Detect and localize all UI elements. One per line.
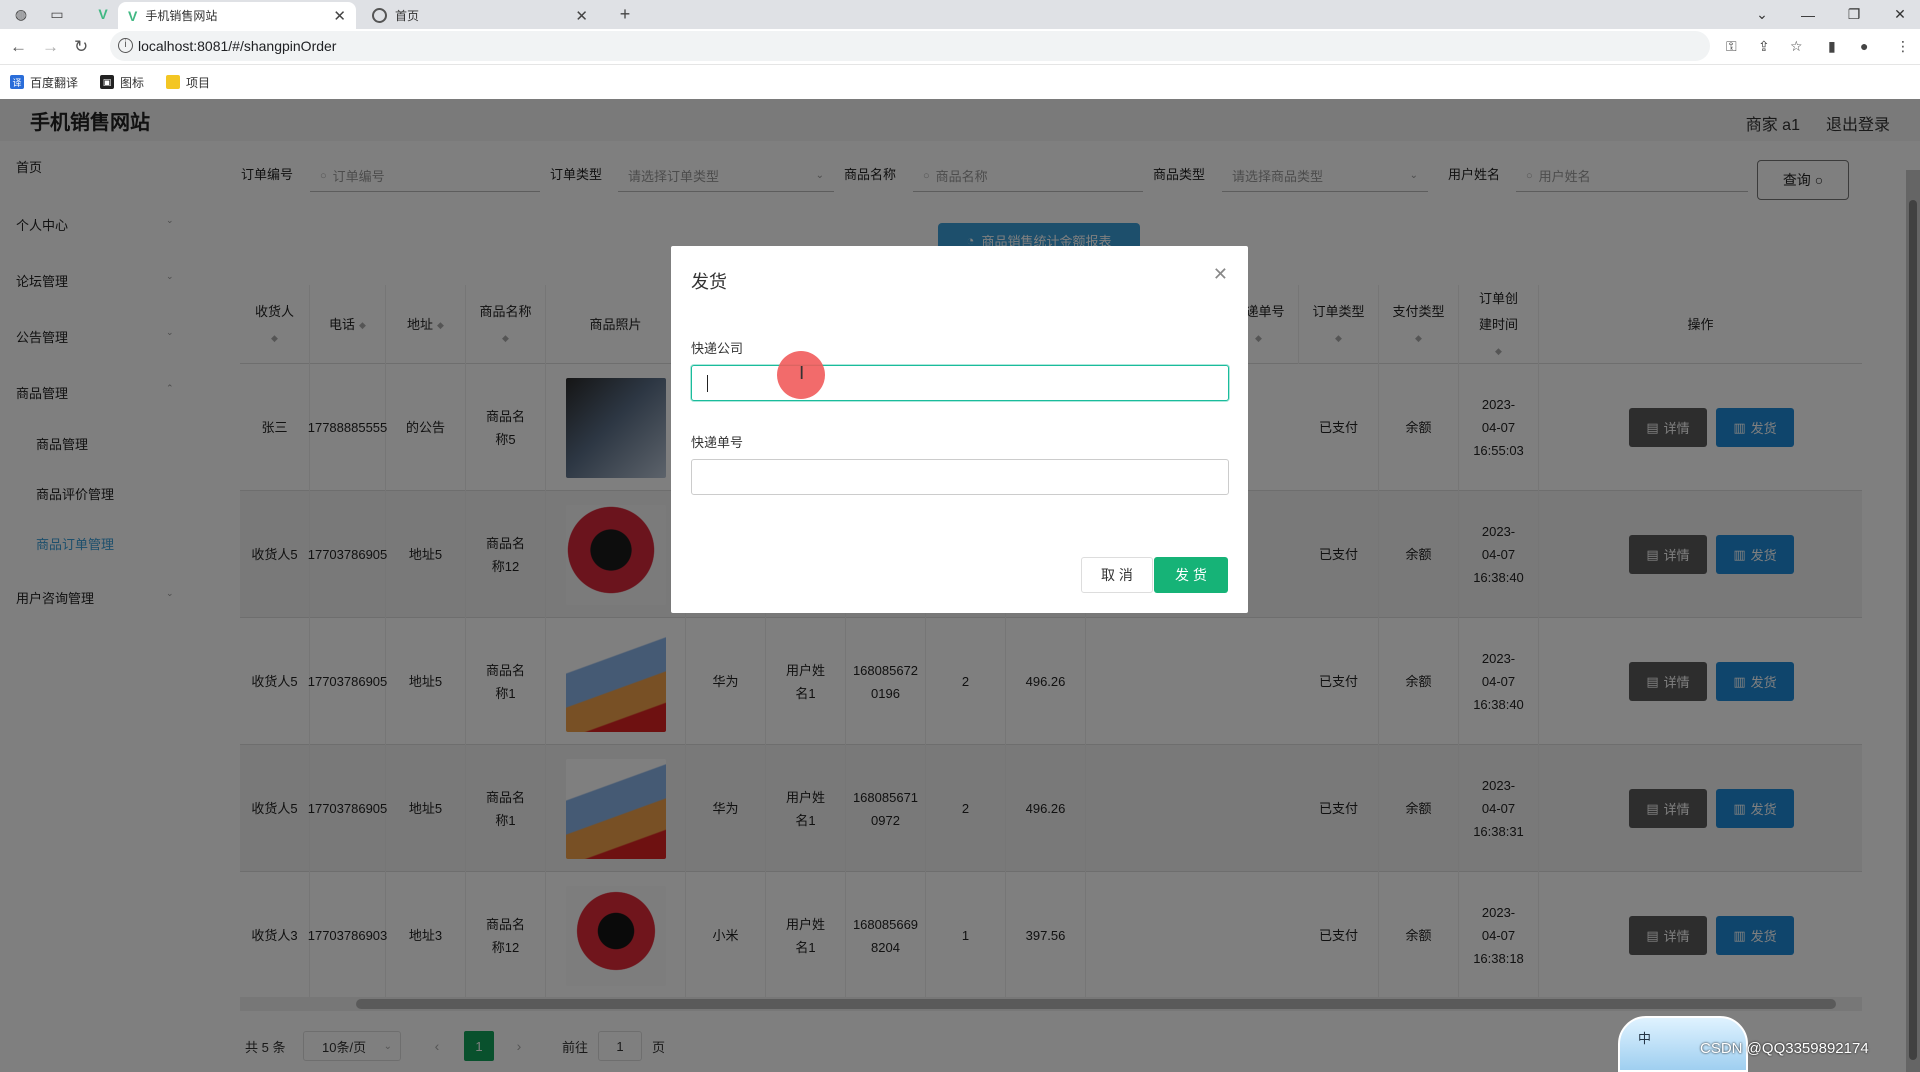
key-icon[interactable]: ⚿ [1726,38,1737,55]
folder-icon [166,75,181,89]
text-caret [707,375,708,392]
forward-icon[interactable]: → [42,37,59,57]
info-icon[interactable]: i [118,38,133,53]
courier-company-input[interactable] [691,365,1229,401]
address-bar-row: ← → ↻ i localhost:8081/#/shangpinOrder ⚿… [0,29,1920,65]
tab-title: 手机销售网站 [145,9,218,23]
close-icon[interactable]: ✕ [1213,264,1228,285]
vue-logo-icon: V [128,7,138,24]
url-text: localhost:8081/#/shangpinOrder [138,38,337,54]
profile-icon[interactable]: ● [1860,38,1868,54]
dialog-title: 发货 [691,272,727,292]
sidepanel-icon[interactable]: ▮ [1828,38,1836,55]
new-tab-icon[interactable]: + [614,4,636,24]
star-icon[interactable]: ☆ [1790,38,1803,55]
globe-icon[interactable]: ◍ [10,4,32,24]
menu-icon[interactable]: ⋮ [1896,38,1910,55]
bookmarks-bar: 译百度翻译 ▣ 图标 项目 [0,65,1920,99]
cancel-button[interactable]: 取 消 [1081,557,1153,593]
close-window-icon[interactable]: ✕ [1880,0,1920,29]
blank-tab-icon[interactable]: ▭ [46,4,68,24]
image-icon: ▣ [100,75,115,89]
tab-home[interactable]: 首页 ✕ [362,2,598,29]
text-cursor-icon: I [799,363,805,384]
vertical-scrollbar[interactable] [1906,170,1920,1072]
tab-active[interactable]: V 手机销售网站 ✕ [118,2,356,29]
bookmark-baidu-translate[interactable]: 译百度翻译 [10,74,78,91]
scrollbar-thumb[interactable] [1909,200,1917,1060]
bookmark-icons[interactable]: ▣ 图标 [100,74,144,91]
chevron-down-icon[interactable]: ⌄ [1742,0,1782,29]
bookmark-project[interactable]: 项目 [166,74,210,91]
minimize-icon[interactable]: — [1788,0,1828,29]
browser-tabstrip: ◍ ▭ V V 手机销售网站 ✕ 首页 ✕ + ⌄ — ❐ ✕ [0,0,1920,29]
share-icon[interactable]: ⇪ [1758,38,1770,55]
courier-company-label: 快递公司 [691,341,744,356]
close-tab-icon[interactable]: ✕ [575,7,588,25]
vue-tab-icon[interactable]: V [92,4,114,24]
tab-title: 首页 [395,9,420,23]
globe-icon [372,8,387,23]
url-field[interactable]: i localhost:8081/#/shangpinOrder [110,31,1710,61]
translate-icon: 译 [10,75,24,89]
reload-icon[interactable]: ↻ [74,37,88,57]
tracking-number-input[interactable] [691,459,1229,495]
watermark: CSDN @QQ3359892174 [1700,1040,1869,1057]
back-icon[interactable]: ← [10,37,27,57]
ship-dialog: 发货 ✕ 快递公司 快递单号 I 取 消 发 货 [671,246,1248,613]
tracking-number-label: 快递单号 [691,435,744,450]
close-tab-icon[interactable]: ✕ [333,7,346,25]
confirm-ship-button[interactable]: 发 货 [1154,557,1228,593]
restore-icon[interactable]: ❐ [1834,0,1874,29]
